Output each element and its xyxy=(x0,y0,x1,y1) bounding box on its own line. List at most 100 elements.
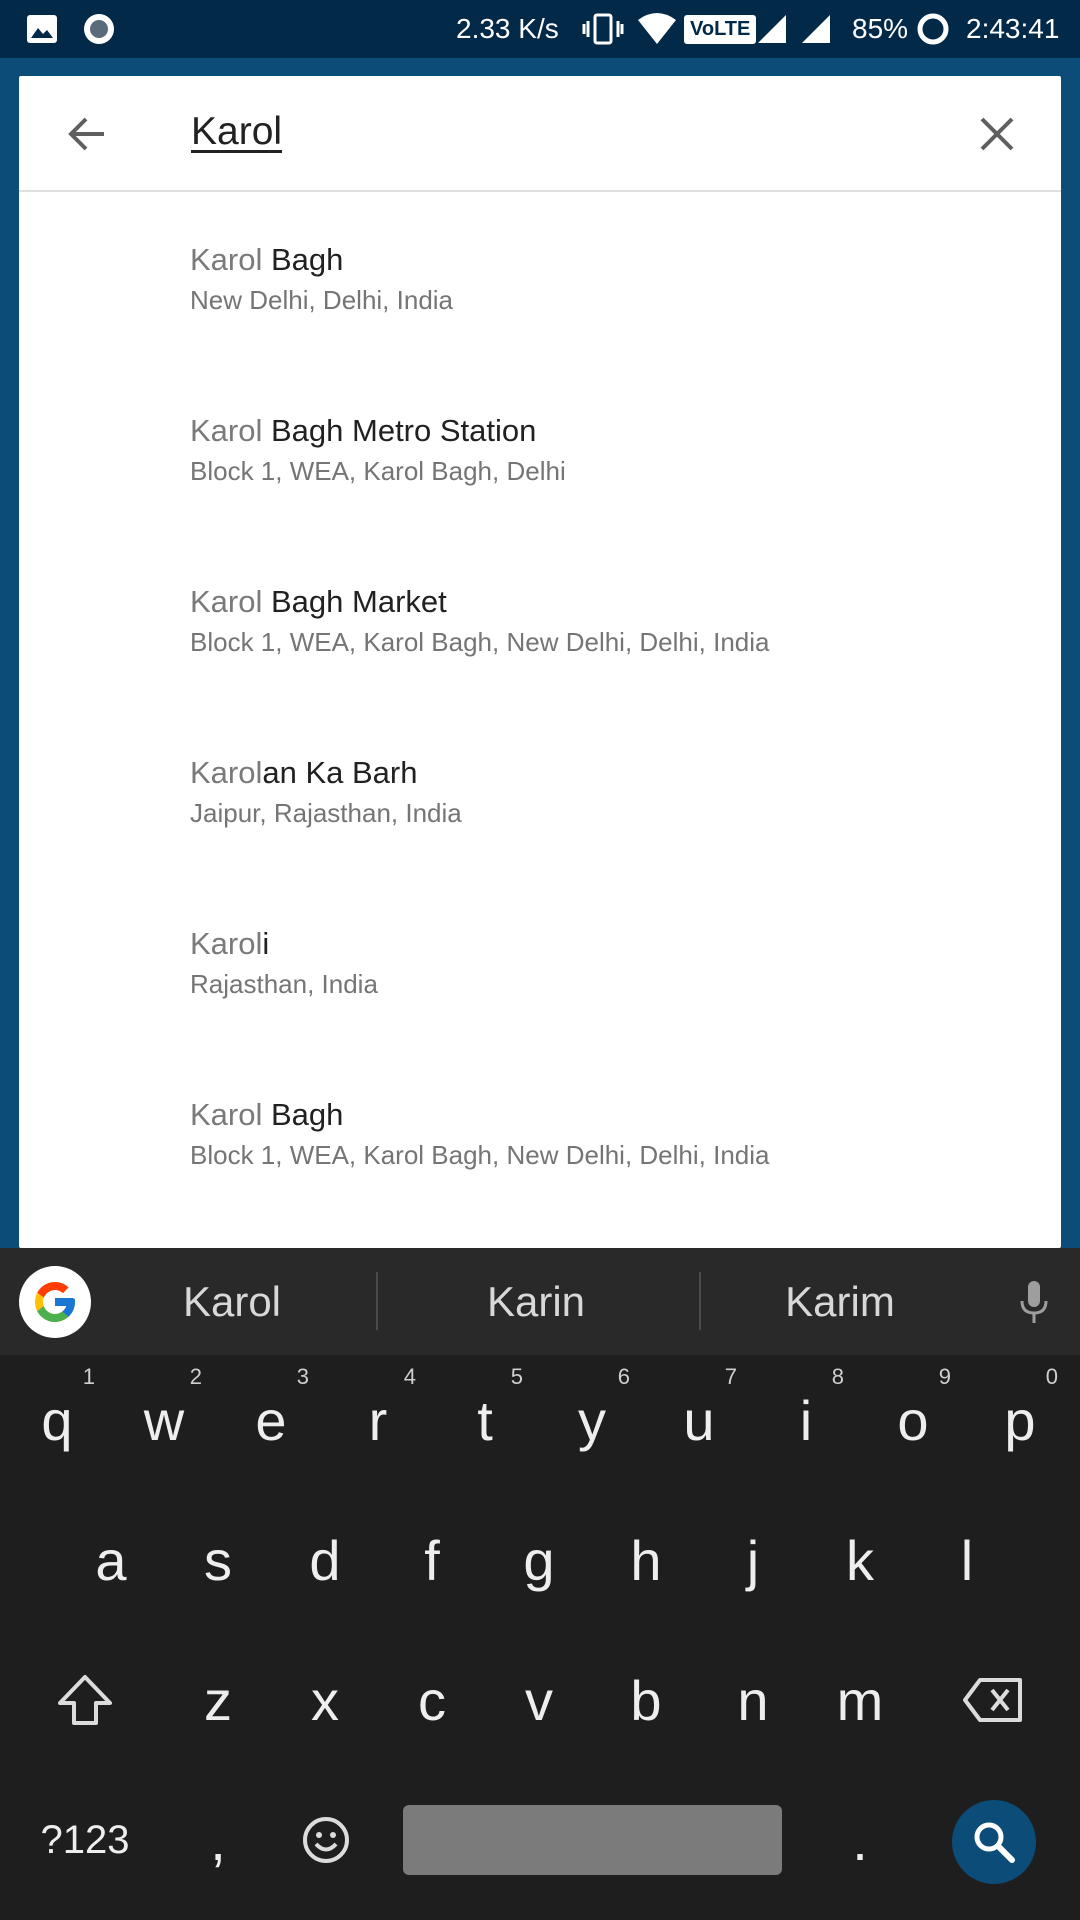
result-item[interactable]: Karolan Ka Barh Jaipur, Rajasthan, India xyxy=(19,705,1061,876)
key-label: p xyxy=(1004,1388,1036,1452)
key-hint: 4 xyxy=(403,1364,416,1389)
key-t[interactable]: t5 xyxy=(433,1360,537,1480)
key-s[interactable]: s xyxy=(166,1500,270,1620)
key-z[interactable]: z xyxy=(166,1640,270,1760)
shift-icon xyxy=(58,1675,112,1725)
key-e[interactable]: e3 xyxy=(219,1360,323,1480)
key-l[interactable]: l xyxy=(915,1500,1019,1620)
key-d[interactable]: d xyxy=(273,1500,377,1620)
result-subtitle: New Delhi, Delhi, India xyxy=(190,285,454,315)
result-item[interactable]: Karol Bagh Market Block 1, WEA, Karol Ba… xyxy=(19,534,1061,705)
key-r[interactable]: r4 xyxy=(326,1360,430,1480)
key-p[interactable]: p0 xyxy=(968,1360,1072,1480)
result-subtitle: Block 1, WEA, Karol Bagh, New Delhi, Del… xyxy=(190,1140,770,1170)
suggestion-word[interactable]: Karim xyxy=(720,1248,960,1355)
clear-search-button[interactable] xyxy=(969,106,1025,162)
result-title-rest: Bagh Market xyxy=(262,584,447,619)
result-title: Karolan Ka Barh xyxy=(190,755,417,791)
key-hint: 2 xyxy=(189,1364,202,1389)
emoji-icon xyxy=(303,1817,349,1863)
place-search-card: Karol Karol Bagh New Delhi, Delhi, India… xyxy=(19,76,1061,1248)
space-key[interactable] xyxy=(403,1805,782,1875)
result-title-match: Karol xyxy=(190,413,263,448)
vibrate-icon xyxy=(582,0,624,58)
key-hint: 5 xyxy=(510,1364,523,1389)
voice-input-button[interactable] xyxy=(1006,1274,1062,1330)
key-y[interactable]: y6 xyxy=(540,1360,644,1480)
key-x[interactable]: x xyxy=(273,1640,377,1760)
result-subtitle: Rajasthan, India xyxy=(190,969,378,999)
result-subtitle: Block 1, WEA, Karol Bagh, New Delhi, Del… xyxy=(190,627,770,657)
key-b[interactable]: b xyxy=(594,1640,698,1760)
result-subtitle: Block 1, WEA, Karol Bagh, Delhi xyxy=(190,456,566,486)
result-title: Karol Bagh xyxy=(190,242,343,278)
close-icon xyxy=(980,117,1014,151)
suggestion-divider xyxy=(699,1272,701,1330)
suggestion-word[interactable]: Karol xyxy=(112,1248,352,1355)
period-key[interactable]: . xyxy=(808,1780,912,1900)
key-u[interactable]: u7 xyxy=(647,1360,751,1480)
result-title-match: Karol xyxy=(190,584,263,619)
key-g[interactable]: g xyxy=(487,1500,591,1620)
result-item[interactable]: Karoli Rajasthan, India xyxy=(19,876,1061,1047)
result-title: Karol Bagh Metro Station xyxy=(190,413,536,449)
google-button[interactable] xyxy=(19,1266,91,1338)
key-k[interactable]: k xyxy=(808,1500,912,1620)
result-item[interactable]: Karol Bagh Metro Station Block 1, WEA, K… xyxy=(19,363,1061,534)
key-i[interactable]: i8 xyxy=(754,1360,858,1480)
battery-icon xyxy=(916,0,950,58)
key-c[interactable]: c xyxy=(380,1640,484,1760)
suggestion-word[interactable]: Karin xyxy=(416,1248,656,1355)
key-a[interactable]: a xyxy=(59,1500,163,1620)
search-input[interactable]: Karol xyxy=(191,110,282,154)
key-label: q xyxy=(41,1388,73,1452)
signal-icon-2 xyxy=(800,0,832,58)
key-j[interactable]: j xyxy=(701,1500,805,1620)
key-hint: 6 xyxy=(617,1364,630,1389)
result-title: Karol Bagh xyxy=(190,1097,343,1133)
wifi-icon xyxy=(636,0,678,58)
search-bar: Karol xyxy=(19,76,1061,192)
result-title-match: Karol xyxy=(190,926,263,961)
key-label: y xyxy=(578,1388,606,1452)
backspace-key[interactable] xyxy=(941,1640,1045,1760)
battery-percentage: 85% xyxy=(852,13,909,44)
key-n[interactable]: n xyxy=(701,1640,805,1760)
result-title-match: Karol xyxy=(190,1097,263,1132)
key-h[interactable]: h xyxy=(594,1500,698,1620)
result-title-rest: Bagh Metro Station xyxy=(262,413,537,448)
key-m[interactable]: m xyxy=(808,1640,912,1760)
volte-badge: VoLTE xyxy=(684,0,757,58)
symbols-key[interactable]: ?123 xyxy=(17,1780,153,1900)
key-q[interactable]: q1 xyxy=(5,1360,109,1480)
key-v[interactable]: v xyxy=(487,1640,591,1760)
key-f[interactable]: f xyxy=(380,1500,484,1620)
record-notification-icon xyxy=(82,0,116,58)
gallery-notification-icon xyxy=(26,0,58,58)
result-item[interactable]: Karol Bagh Block 1, WEA, Karol Bagh, New… xyxy=(19,1047,1061,1218)
result-title: Karol Bagh Market xyxy=(190,584,447,620)
key-hint: 1 xyxy=(82,1364,95,1389)
key-w[interactable]: w2 xyxy=(112,1360,216,1480)
result-title-rest: Bagh xyxy=(262,242,344,277)
result-subtitle: Jaipur, Rajasthan, India xyxy=(190,798,462,828)
microphone-icon xyxy=(1020,1281,1048,1323)
key-hint: 8 xyxy=(831,1364,844,1389)
key-hint: 3 xyxy=(296,1364,309,1389)
shift-key[interactable] xyxy=(33,1640,137,1760)
suggestion-divider xyxy=(376,1272,378,1330)
search-action-key[interactable] xyxy=(952,1800,1036,1884)
signal-icon-1 xyxy=(756,0,788,58)
clock: 2:43:41 xyxy=(966,13,1060,44)
status-bar: 2.33 K/s VoLTE 85% 2:43:41 xyxy=(0,0,1080,58)
emoji-key[interactable] xyxy=(274,1780,378,1900)
key-label: w xyxy=(143,1388,185,1452)
comma-key[interactable]: , xyxy=(166,1780,270,1900)
search-icon xyxy=(974,1822,1015,1863)
result-title-rest: an Ka Barh xyxy=(262,755,418,790)
back-arrow-icon xyxy=(68,117,104,151)
back-button[interactable] xyxy=(59,106,115,162)
result-item[interactable]: Karol Bagh New Delhi, Delhi, India xyxy=(19,192,1061,363)
key-label: t xyxy=(477,1388,493,1452)
key-o[interactable]: o9 xyxy=(861,1360,965,1480)
